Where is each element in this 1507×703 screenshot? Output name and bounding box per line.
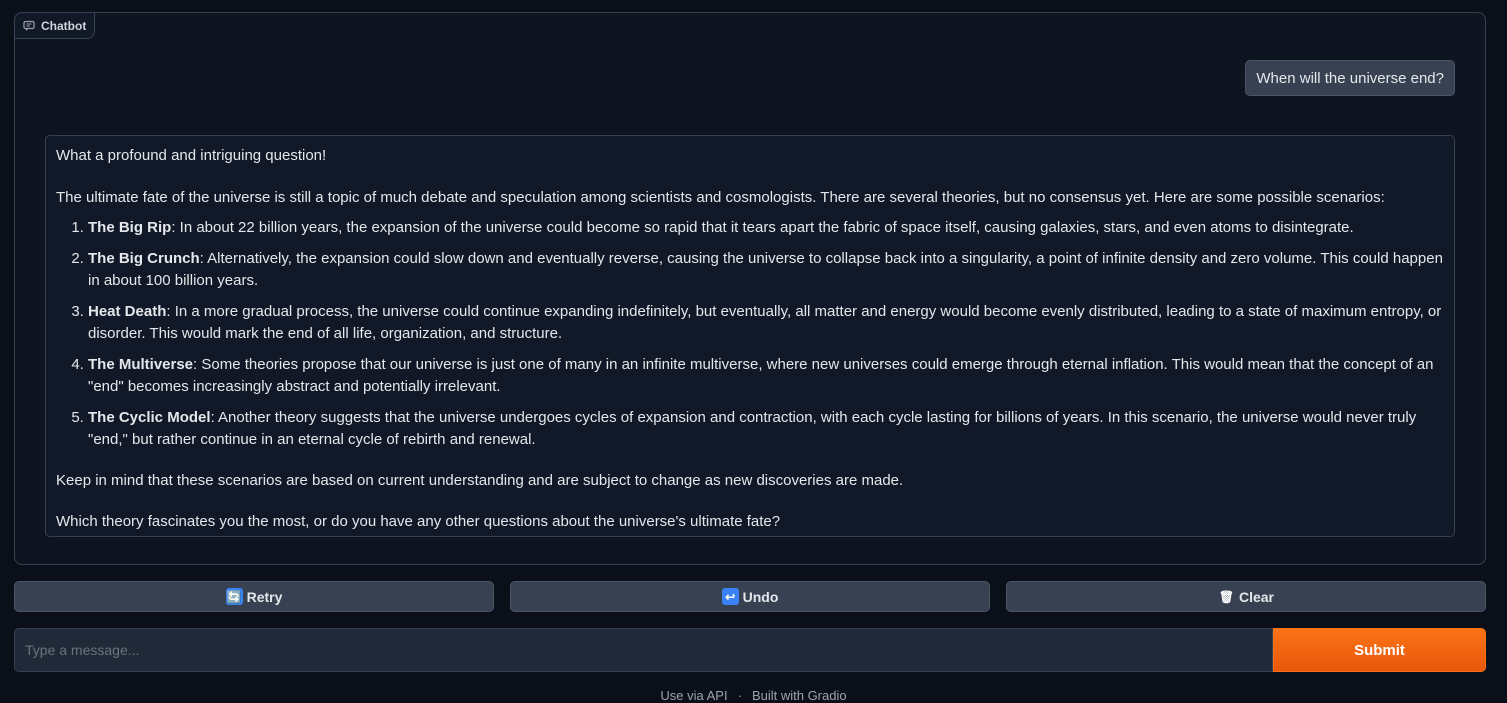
- undo-label: Undo: [742, 588, 779, 605]
- scenario-title: Heat Death: [88, 302, 167, 320]
- message-input-row: Submit: [14, 628, 1486, 672]
- list-item: The Big Rip: In about 22 billion years, …: [88, 217, 1444, 240]
- scenario-title: The Big Rip: [88, 219, 172, 236]
- chatbot-panel: Chatbot When will the universe end? What…: [14, 12, 1486, 565]
- submit-button[interactable]: Submit: [1273, 628, 1486, 672]
- list-item: The Big Crunch: Alternatively, the expan…: [88, 248, 1444, 293]
- scenario-title: The Big Crunch: [88, 249, 200, 267]
- bot-lead: The ultimate fate of the universe is sti…: [56, 188, 1385, 206]
- scenario-text: : In about 22 billion years, the expansi…: [171, 219, 1354, 236]
- scenario-title: The Multiverse: [88, 355, 194, 373]
- undo-icon: ↩: [721, 588, 739, 605]
- scenario-text: : Some theories propose that our univers…: [88, 355, 1434, 396]
- scenario-text: : In a more gradual process, the univers…: [88, 302, 1442, 343]
- user-message-text: When will the universe end?: [1256, 69, 1444, 87]
- chat-icon: [23, 20, 35, 32]
- list-item: The Multiverse: Some theories propose th…: [88, 354, 1444, 399]
- footer-separator: ·: [737, 688, 742, 703]
- bot-message: What a profound and intriguing question!…: [45, 135, 1455, 537]
- user-message: When will the universe end?: [1245, 60, 1455, 96]
- scenario-title: The Cyclic Model: [88, 408, 211, 426]
- list-item: Heat Death: In a more gradual process, t…: [88, 301, 1444, 346]
- action-buttons: 🔄 Retry ↩ Undo 🗑 Clear: [14, 581, 1486, 612]
- chatbot-label-text: Chatbot: [41, 18, 87, 33]
- built-with-link[interactable]: Built with Gradio: [752, 688, 847, 703]
- bot-intro: What a profound and intriguing question!: [56, 147, 327, 164]
- retry-label: Retry: [246, 588, 283, 605]
- footer: Use via API · Built with Gradio: [0, 688, 1507, 703]
- scenario-text: : Another theory suggests that the unive…: [88, 408, 1417, 449]
- trash-icon: 🗑: [1218, 589, 1235, 604]
- scenario-list: The Big Rip: In about 22 billion years, …: [56, 217, 1444, 452]
- undo-button[interactable]: ↩ Undo: [510, 581, 990, 612]
- chatbot-label: Chatbot: [14, 12, 96, 39]
- api-link[interactable]: Use via API: [660, 688, 727, 703]
- scenario-text: : Alternatively, the expansion could slo…: [88, 249, 1443, 290]
- clear-label: Clear: [1238, 588, 1275, 605]
- bot-keep-in-mind: Keep in mind that these scenarios are ba…: [56, 471, 904, 489]
- retry-icon: 🔄: [225, 588, 243, 605]
- bot-question: Which theory fascinates you the most, or…: [56, 513, 781, 530]
- message-input[interactable]: [14, 628, 1273, 672]
- clear-button[interactable]: 🗑 Clear: [1006, 581, 1486, 612]
- retry-button[interactable]: 🔄 Retry: [14, 581, 494, 612]
- list-item: The Cyclic Model: Another theory suggest…: [88, 407, 1444, 452]
